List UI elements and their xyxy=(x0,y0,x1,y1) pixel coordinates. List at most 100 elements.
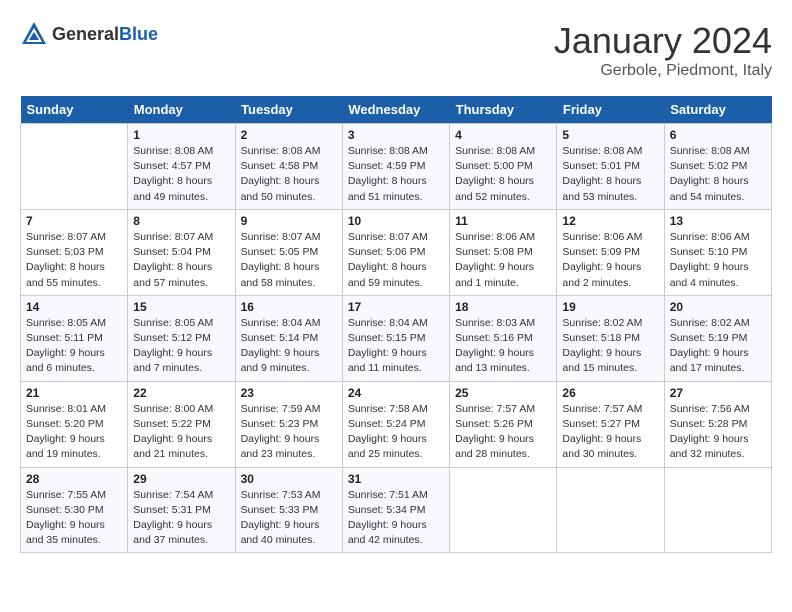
cell-info: Sunrise: 8:04 AMSunset: 5:14 PMDaylight:… xyxy=(241,316,337,377)
page-header: GeneralBlue January 2024 Gerbole, Piedmo… xyxy=(20,20,772,80)
calendar-week-row: 1 Sunrise: 8:08 AMSunset: 4:57 PMDaylight… xyxy=(21,124,772,210)
location-title: Gerbole, Piedmont, Italy xyxy=(554,62,772,80)
day-number: 12 xyxy=(562,214,658,228)
weekday-header-cell: Tuesday xyxy=(235,96,342,124)
calendar-cell: 8 Sunrise: 8:07 AMSunset: 5:04 PMDaylight… xyxy=(128,209,235,295)
cell-info: Sunrise: 8:05 AMSunset: 5:11 PMDaylight:… xyxy=(26,316,122,377)
cell-info: Sunrise: 8:08 AMSunset: 4:59 PMDaylight:… xyxy=(348,144,444,205)
day-number: 3 xyxy=(348,128,444,142)
cell-info: Sunrise: 7:57 AMSunset: 5:27 PMDaylight:… xyxy=(562,402,658,463)
cell-info: Sunrise: 7:56 AMSunset: 5:28 PMDaylight:… xyxy=(670,402,766,463)
calendar-cell: 1 Sunrise: 8:08 AMSunset: 4:57 PMDaylight… xyxy=(128,124,235,210)
day-number: 14 xyxy=(26,300,122,314)
logo-text-general: General xyxy=(52,24,119,44)
cell-info: Sunrise: 8:05 AMSunset: 5:12 PMDaylight:… xyxy=(133,316,229,377)
day-number: 5 xyxy=(562,128,658,142)
calendar-table: SundayMondayTuesdayWednesdayThursdayFrid… xyxy=(20,96,772,553)
day-number: 6 xyxy=(670,128,766,142)
calendar-body: 1 Sunrise: 8:08 AMSunset: 4:57 PMDaylight… xyxy=(21,124,772,553)
logo-text-blue: Blue xyxy=(119,24,158,44)
cell-info: Sunrise: 7:57 AMSunset: 5:26 PMDaylight:… xyxy=(455,402,551,463)
day-number: 21 xyxy=(26,386,122,400)
day-number: 29 xyxy=(133,472,229,486)
day-number: 1 xyxy=(133,128,229,142)
day-number: 11 xyxy=(455,214,551,228)
weekday-header-cell: Friday xyxy=(557,96,664,124)
cell-info: Sunrise: 8:08 AMSunset: 5:02 PMDaylight:… xyxy=(670,144,766,205)
cell-info: Sunrise: 8:07 AMSunset: 5:03 PMDaylight:… xyxy=(26,230,122,291)
day-number: 7 xyxy=(26,214,122,228)
calendar-cell: 21 Sunrise: 8:01 AMSunset: 5:20 PMDayligh… xyxy=(21,381,128,467)
calendar-cell: 7 Sunrise: 8:07 AMSunset: 5:03 PMDaylight… xyxy=(21,209,128,295)
calendar-cell: 14 Sunrise: 8:05 AMSunset: 5:11 PMDayligh… xyxy=(21,295,128,381)
calendar-cell: 24Sunrise: 7:58 AMSunset: 5:24 PMDayligh… xyxy=(342,381,449,467)
cell-info: Sunrise: 8:02 AMSunset: 5:19 PMDaylight:… xyxy=(670,316,766,377)
day-number: 17 xyxy=(348,300,444,314)
day-number: 10 xyxy=(348,214,444,228)
cell-info: Sunrise: 8:06 AMSunset: 5:08 PMDaylight:… xyxy=(455,230,551,291)
day-number: 15 xyxy=(133,300,229,314)
day-number: 4 xyxy=(455,128,551,142)
cell-info: Sunrise: 7:51 AMSunset: 5:34 PMDaylight:… xyxy=(348,488,444,549)
calendar-cell: 27Sunrise: 7:56 AMSunset: 5:28 PMDayligh… xyxy=(664,381,771,467)
calendar-cell: 6 Sunrise: 8:08 AMSunset: 5:02 PMDaylight… xyxy=(664,124,771,210)
cell-info: Sunrise: 7:55 AMSunset: 5:30 PMDaylight:… xyxy=(26,488,122,549)
calendar-cell: 31 Sunrise: 7:51 AMSunset: 5:34 PMDayligh… xyxy=(342,467,449,553)
calendar-cell: 4Sunrise: 8:08 AMSunset: 5:00 PMDaylight… xyxy=(450,124,557,210)
calendar-cell: 15 Sunrise: 8:05 AMSunset: 5:12 PMDayligh… xyxy=(128,295,235,381)
day-number: 18 xyxy=(455,300,551,314)
day-number: 8 xyxy=(133,214,229,228)
day-number: 19 xyxy=(562,300,658,314)
calendar-cell: 18Sunrise: 8:03 AMSunset: 5:16 PMDayligh… xyxy=(450,295,557,381)
cell-info: Sunrise: 8:04 AMSunset: 5:15 PMDaylight:… xyxy=(348,316,444,377)
logo: GeneralBlue xyxy=(20,20,158,48)
weekday-header-row: SundayMondayTuesdayWednesdayThursdayFrid… xyxy=(21,96,772,124)
day-number: 16 xyxy=(241,300,337,314)
day-number: 31 xyxy=(348,472,444,486)
cell-info: Sunrise: 8:08 AMSunset: 5:01 PMDaylight:… xyxy=(562,144,658,205)
calendar-cell: 29Sunrise: 7:54 AMSunset: 5:31 PMDayligh… xyxy=(128,467,235,553)
day-number: 23 xyxy=(241,386,337,400)
calendar-cell: 10Sunrise: 8:07 AMSunset: 5:06 PMDayligh… xyxy=(342,209,449,295)
cell-info: Sunrise: 8:01 AMSunset: 5:20 PMDaylight:… xyxy=(26,402,122,463)
calendar-cell: 2 Sunrise: 8:08 AMSunset: 4:58 PMDaylight… xyxy=(235,124,342,210)
cell-info: Sunrise: 8:08 AMSunset: 4:57 PMDaylight:… xyxy=(133,144,229,205)
calendar-cell: 3 Sunrise: 8:08 AMSunset: 4:59 PMDaylight… xyxy=(342,124,449,210)
calendar-cell: 5 Sunrise: 8:08 AMSunset: 5:01 PMDaylight… xyxy=(557,124,664,210)
weekday-header-cell: Thursday xyxy=(450,96,557,124)
calendar-cell xyxy=(21,124,128,210)
day-number: 13 xyxy=(670,214,766,228)
day-number: 20 xyxy=(670,300,766,314)
cell-info: Sunrise: 8:07 AMSunset: 5:04 PMDaylight:… xyxy=(133,230,229,291)
calendar-cell: 20 Sunrise: 8:02 AMSunset: 5:19 PMDayligh… xyxy=(664,295,771,381)
cell-info: Sunrise: 8:06 AMSunset: 5:10 PMDaylight:… xyxy=(670,230,766,291)
calendar-cell: 9Sunrise: 8:07 AMSunset: 5:05 PMDaylight… xyxy=(235,209,342,295)
calendar-cell: 16 Sunrise: 8:04 AMSunset: 5:14 PMDayligh… xyxy=(235,295,342,381)
weekday-header-cell: Wednesday xyxy=(342,96,449,124)
calendar-week-row: 7 Sunrise: 8:07 AMSunset: 5:03 PMDaylight… xyxy=(21,209,772,295)
day-number: 25 xyxy=(455,386,551,400)
day-number: 30 xyxy=(241,472,337,486)
calendar-week-row: 21 Sunrise: 8:01 AMSunset: 5:20 PMDayligh… xyxy=(21,381,772,467)
cell-info: Sunrise: 8:08 AMSunset: 4:58 PMDaylight:… xyxy=(241,144,337,205)
weekday-header-cell: Monday xyxy=(128,96,235,124)
calendar-cell: 12 Sunrise: 8:06 AMSunset: 5:09 PMDayligh… xyxy=(557,209,664,295)
calendar-cell xyxy=(557,467,664,553)
month-title: January 2024 xyxy=(554,20,772,62)
weekday-header-cell: Sunday xyxy=(21,96,128,124)
cell-info: Sunrise: 8:06 AMSunset: 5:09 PMDaylight:… xyxy=(562,230,658,291)
cell-info: Sunrise: 7:53 AMSunset: 5:33 PMDaylight:… xyxy=(241,488,337,549)
weekday-header-cell: Saturday xyxy=(664,96,771,124)
calendar-cell: 25 Sunrise: 7:57 AMSunset: 5:26 PMDayligh… xyxy=(450,381,557,467)
day-number: 24 xyxy=(348,386,444,400)
calendar-cell: 17 Sunrise: 8:04 AMSunset: 5:15 PMDayligh… xyxy=(342,295,449,381)
calendar-cell: 26Sunrise: 7:57 AMSunset: 5:27 PMDayligh… xyxy=(557,381,664,467)
calendar-cell xyxy=(450,467,557,553)
day-number: 2 xyxy=(241,128,337,142)
calendar-cell xyxy=(664,467,771,553)
logo-icon xyxy=(20,20,48,48)
calendar-cell: 22Sunrise: 8:00 AMSunset: 5:22 PMDayligh… xyxy=(128,381,235,467)
title-area: January 2024 Gerbole, Piedmont, Italy xyxy=(554,20,772,80)
calendar-cell: 19Sunrise: 8:02 AMSunset: 5:18 PMDayligh… xyxy=(557,295,664,381)
calendar-week-row: 14 Sunrise: 8:05 AMSunset: 5:11 PMDayligh… xyxy=(21,295,772,381)
